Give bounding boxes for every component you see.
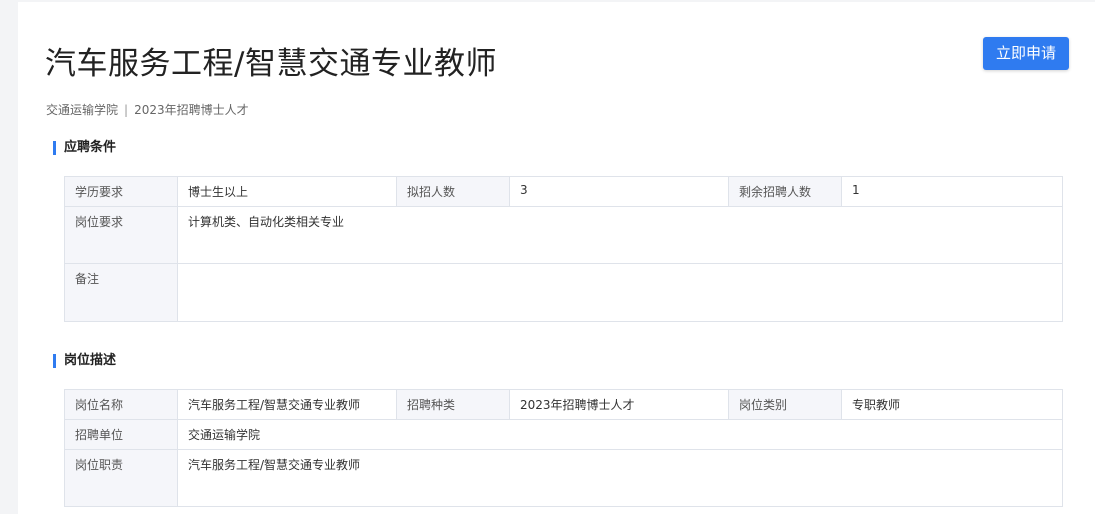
position-name-value: 汽车服务工程/智慧交通专业教师 [177,389,397,420]
planned-label: 拟招人数 [396,176,510,207]
recruit-type-value: 2023年招聘博士人才 [509,389,729,420]
college-text: 交通运输学院 [46,103,119,117]
job-meta: 交通运输学院 | 2023年招聘博士人才 [46,101,249,118]
requirement-label: 岗位要求 [64,206,178,264]
apply-button[interactable]: 立即申请 [983,37,1069,70]
program-text: 2023年招聘博士人才 [134,103,249,117]
remark-label: 备注 [64,263,178,322]
job-detail-panel: 汽车服务工程/智慧交通专业教师 立即申请 交通运输学院 | 2023年招聘博士人才 … [18,2,1095,514]
meta-separator: | [124,103,129,117]
remark-value [177,263,1063,322]
recruit-unit-value: 交通运输学院 [177,419,1063,450]
table-row: 备注 [64,263,1063,322]
position-category-label: 岗位类别 [728,389,842,420]
duty-value: 汽车服务工程/智慧交通专业教师 [177,449,1063,507]
recruit-type-label: 招聘种类 [396,389,510,420]
table-row: 岗位名称 汽车服务工程/智慧交通专业教师 招聘种类 2023年招聘博士人才 岗位… [64,389,1063,420]
education-label: 学历要求 [64,176,178,207]
duty-label: 岗位职责 [64,449,178,507]
conditions-section-title: 应聘条件 [53,141,116,155]
description-section-title: 岗位描述 [53,354,116,368]
education-value: 博士生以上 [177,176,397,207]
table-row: 招聘单位 交通运输学院 [64,419,1063,450]
page-title: 汽车服务工程/智慧交通专业教师 [45,46,497,82]
table-row: 岗位职责 汽车服务工程/智慧交通专业教师 [64,449,1063,507]
position-category-value: 专职教师 [841,389,1063,420]
remaining-label: 剩余招聘人数 [728,176,842,207]
description-table: 岗位名称 汽车服务工程/智慧交通专业教师 招聘种类 2023年招聘博士人才 岗位… [64,389,1063,507]
conditions-table: 学历要求 博士生以上 拟招人数 3 剩余招聘人数 1 岗位要求 计算机类、自动化… [64,176,1063,322]
table-row: 岗位要求 计算机类、自动化类相关专业 [64,206,1063,264]
planned-value: 3 [509,176,729,207]
position-name-label: 岗位名称 [64,389,178,420]
recruit-unit-label: 招聘单位 [64,419,178,450]
remaining-value: 1 [841,176,1063,207]
table-row: 学历要求 博士生以上 拟招人数 3 剩余招聘人数 1 [64,176,1063,207]
requirement-value: 计算机类、自动化类相关专业 [177,206,1063,264]
